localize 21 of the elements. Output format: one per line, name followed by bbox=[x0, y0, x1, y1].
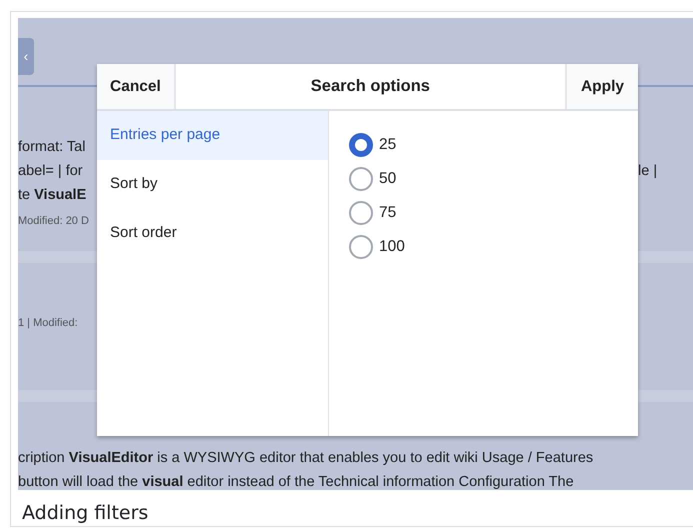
option-label: 100 bbox=[379, 237, 405, 258]
radio-button[interactable] bbox=[349, 133, 373, 157]
background-text: 1 | Modified: bbox=[18, 317, 78, 329]
radio-button[interactable] bbox=[349, 235, 373, 259]
option-label: 75 bbox=[379, 203, 396, 224]
radio-button[interactable] bbox=[349, 167, 373, 191]
background-text: cription VisualEditor is a WYSIWYG editor that enables you to edit wiki Usage / Features bbox=[18, 449, 594, 468]
background-text: format: Tal bbox=[18, 138, 86, 157]
radio-button[interactable] bbox=[349, 201, 373, 225]
apply-button[interactable]: Apply bbox=[564, 64, 638, 109]
background-text: Modified: 20 D bbox=[18, 214, 89, 229]
figure-caption: Adding filters bbox=[21, 501, 150, 526]
dialog-title: Search options bbox=[310, 76, 431, 98]
background-text: abel= | for bbox=[18, 162, 84, 181]
background-text: te VisualE bbox=[18, 186, 88, 205]
background-text: le | bbox=[638, 162, 658, 181]
option-label: 25 bbox=[379, 135, 396, 156]
background-text: button will load the visual editor instead of the Technical information Configuration The bbox=[18, 473, 575, 490]
option-label: 50 bbox=[379, 169, 396, 190]
cancel-button[interactable]: Cancel bbox=[97, 64, 176, 109]
menu-item[interactable]: Entries per page bbox=[97, 111, 328, 160]
